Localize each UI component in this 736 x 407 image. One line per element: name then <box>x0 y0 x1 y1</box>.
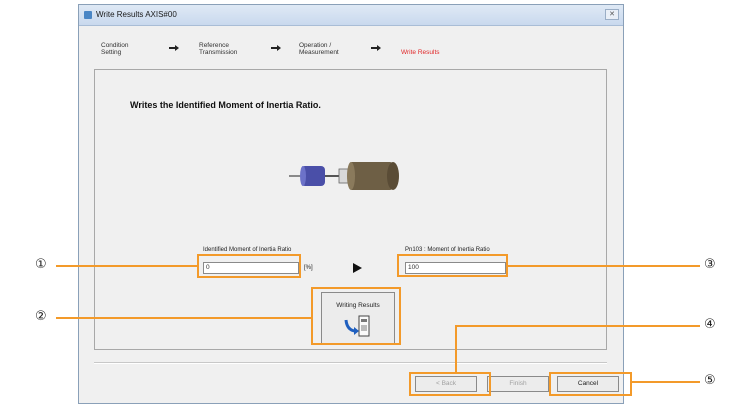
play-arrow-icon <box>353 263 362 273</box>
page-headline: Writes the Identified Moment of Inertia … <box>130 100 321 110</box>
callout-5: ⑤ <box>704 373 716 388</box>
finish-button[interactable]: Finish <box>487 376 549 392</box>
callout-3: ③ <box>704 257 716 272</box>
identified-ratio-label: Identified Moment of Inertia Ratio <box>203 247 292 253</box>
callout-1: ① <box>35 257 47 272</box>
window-title: Write Results AXIS#00 <box>96 10 177 19</box>
percent-unit-label: [%] <box>304 265 313 271</box>
pn103-label: Pn103 : Moment of Inertia Ratio <box>405 247 490 253</box>
callout-4: ④ <box>704 317 716 332</box>
motor-icon <box>289 162 399 190</box>
leader-line-2 <box>56 317 311 319</box>
highlight-cancel <box>549 372 632 396</box>
leader-line-4 <box>455 325 700 327</box>
step-label-line1: Operation / <box>299 42 332 49</box>
step-label-line1: Reference <box>199 42 229 49</box>
leader-line-5 <box>632 381 700 383</box>
step-reference-transmission: Reference Transmission <box>199 42 237 56</box>
step-label-line2: Measurement <box>299 49 339 56</box>
step-arrow-icon <box>169 45 179 51</box>
step-arrow-icon <box>371 45 381 51</box>
leader-line-3 <box>508 265 700 267</box>
step-label-line2: Transmission <box>199 49 238 56</box>
step-label-line2: Setting <box>101 49 122 56</box>
step-label-line1: Write Results <box>401 49 440 56</box>
step-condition-setting: Condition Setting <box>101 42 128 56</box>
step-operation-measurement: Operation / Measurement <box>299 42 339 56</box>
leader-line-4-vertical <box>455 325 457 372</box>
highlight-back <box>409 372 491 396</box>
highlight-identified-ratio <box>197 254 301 278</box>
app-icon <box>84 11 92 19</box>
close-button[interactable]: ✕ <box>605 9 619 20</box>
step-write-results: Write Results <box>401 49 440 56</box>
footer-divider <box>94 362 607 364</box>
leader-line-1 <box>56 265 197 267</box>
callout-2: ② <box>35 309 47 324</box>
highlight-writing-results <box>311 287 401 345</box>
step-arrow-icon <box>271 45 281 51</box>
highlight-pn103 <box>397 254 508 277</box>
step-label-line1: Condition <box>101 42 129 49</box>
title-bar: Write Results AXIS#00 ✕ <box>79 5 623 26</box>
